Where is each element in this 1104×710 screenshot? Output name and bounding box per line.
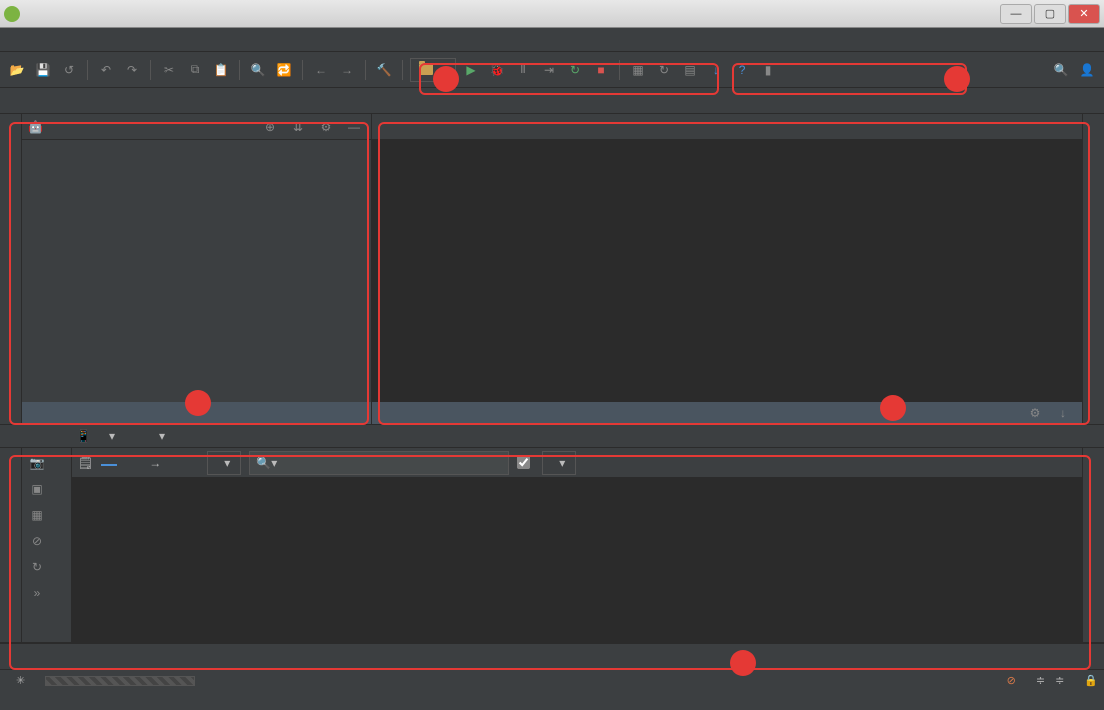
logcat-search[interactable]: 🔍▾ [249, 451, 509, 475]
back-icon[interactable]: ← [310, 59, 332, 81]
run-icon[interactable]: ▶ [460, 59, 482, 81]
log-level-selector[interactable]: ▾ [207, 451, 241, 475]
apply-changes-icon[interactable]: ↻ [564, 59, 586, 81]
forward-icon[interactable]: → [336, 59, 358, 81]
download-icon[interactable]: ↓ [1052, 402, 1074, 424]
module-icon [419, 64, 433, 75]
annotation-badge-3 [185, 390, 211, 416]
avd-icon[interactable]: ▦ [627, 59, 649, 81]
cut-icon[interactable]: ✂ [158, 59, 180, 81]
chevron-down-icon[interactable]: ▾ [109, 429, 115, 443]
logcat-output[interactable] [72, 478, 1082, 642]
maximize-button[interactable]: ▢ [1034, 4, 1066, 24]
filter-selector[interactable]: ▾ [542, 451, 576, 475]
minimize-button[interactable]: — [1000, 4, 1032, 24]
titlebar: — ▢ ✕ [0, 0, 1104, 28]
search-icon: 🔍▾ [256, 456, 277, 470]
annotation-badge-4 [880, 395, 906, 421]
android-monitor-header: 📱 ▾ ▾ [0, 424, 1104, 448]
stop-icon[interactable]: ■ [590, 59, 612, 81]
project-tree[interactable] [22, 140, 371, 402]
restart-icon[interactable]: ↻ [26, 556, 48, 578]
gear-icon[interactable]: ⚙ [1024, 402, 1046, 424]
line-separator[interactable]: ≑ [1036, 674, 1045, 687]
warning-icon[interactable]: ⊘ [1007, 674, 1016, 687]
undo-icon[interactable]: ↶ [95, 59, 117, 81]
user-icon[interactable]: 👤 [1076, 59, 1098, 81]
save-icon[interactable]: 💾 [32, 59, 54, 81]
replace-icon[interactable]: 🔁 [273, 59, 295, 81]
redo-icon[interactable]: ↷ [121, 59, 143, 81]
logcat-bar: 🗒 → ▾ 🔍▾ ▾ [72, 448, 1082, 478]
android-icon: 🤖 [28, 120, 43, 134]
dump-icon[interactable]: ▦ [26, 504, 48, 526]
device-icon: 📱 [76, 429, 91, 443]
status-bar: ✳ ⊘ ≑ ≑ 🔒 [0, 669, 1104, 691]
attach-icon[interactable]: ⇥ [538, 59, 560, 81]
chevron-down-icon[interactable]: ▾ [159, 429, 165, 443]
logcat-panel: 📷 ▣ ▦ ⊘ ↻ » 🗒 → ▾ 🔍▾ ▾ [0, 448, 1104, 643]
file-encoding[interactable]: ≑ [1055, 674, 1064, 687]
make-icon[interactable]: 🔨 [373, 59, 395, 81]
open-icon[interactable]: 📂 [6, 59, 28, 81]
help-icon[interactable]: ? [731, 59, 753, 81]
sdk-icon[interactable]: ↻ [653, 59, 675, 81]
code-editor[interactable] [372, 140, 1082, 402]
screenshot-icon[interactable]: 📷 [26, 452, 48, 474]
collapse-icon[interactable]: ⇊ [287, 116, 309, 138]
gear-icon[interactable]: ⚙ [315, 116, 337, 138]
copy-icon[interactable]: ⧉ [184, 59, 206, 81]
terminate-icon[interactable]: ⊘ [26, 530, 48, 552]
left-tool-stripe-lower [0, 448, 22, 642]
layout-icon[interactable]: ▤ [679, 59, 701, 81]
right-tool-stripe [1082, 114, 1104, 424]
annotation-badge-2 [944, 66, 970, 92]
regex-checkbox[interactable] [517, 456, 534, 469]
sync-icon[interactable]: ↺ [58, 59, 80, 81]
app-icon [4, 6, 20, 22]
annotation-badge-1 [433, 66, 459, 92]
profile-icon[interactable]: ⫴ [512, 59, 534, 81]
logcat-icon: 🗒 [78, 456, 93, 470]
more-icon[interactable]: » [26, 582, 48, 604]
record-icon[interactable]: ▣ [26, 478, 48, 500]
left-tool-stripe [0, 114, 22, 424]
paste-icon[interactable]: 📋 [210, 59, 232, 81]
main-toolbar: 📂 💾 ↺ ↶ ↷ ✂ ⧉ 📋 🔍 🔁 ← → 🔨 ▾ ▶ 🐞 ⫴ ⇥ ↻ ■ … [0, 52, 1104, 88]
hide-icon[interactable]: — [343, 116, 365, 138]
close-button[interactable]: ✕ [1068, 4, 1100, 24]
breadcrumb [0, 88, 1104, 114]
tab-monitors[interactable] [125, 461, 141, 465]
find-icon[interactable]: 🔍 [247, 59, 269, 81]
chevron-right-icon: → [149, 456, 161, 470]
debug-icon[interactable]: 🐞 [486, 59, 508, 81]
editor-area: ⚙ ↓ [372, 114, 1082, 424]
progress-bar [45, 676, 195, 686]
editor-tabs [372, 114, 1082, 140]
bottom-tool-tabs [0, 643, 1104, 669]
logcat-toolbar: 📷 ▣ ▦ ⊘ ↻ » [22, 448, 72, 642]
lock-icon[interactable]: 🔒 [1084, 674, 1098, 687]
tips-icon[interactable]: ▮ [757, 59, 779, 81]
search-everywhere-icon[interactable]: 🔍 [1050, 59, 1072, 81]
project-panel: 🤖 ⊕ ⇊ ⚙ — [22, 114, 372, 424]
spinner-icon: ✳ [16, 674, 25, 687]
project-panel-header: 🤖 ⊕ ⇊ ⚙ — [22, 114, 371, 140]
annotation-badge-5 [730, 650, 756, 676]
right-tool-stripe-lower [1082, 448, 1104, 642]
menubar [0, 28, 1104, 52]
editor-statusbar: ⚙ ↓ [372, 402, 1082, 424]
tab-logcat[interactable] [101, 460, 117, 466]
target-icon[interactable]: ⊕ [259, 116, 281, 138]
download-icon[interactable]: ↓ [705, 59, 727, 81]
